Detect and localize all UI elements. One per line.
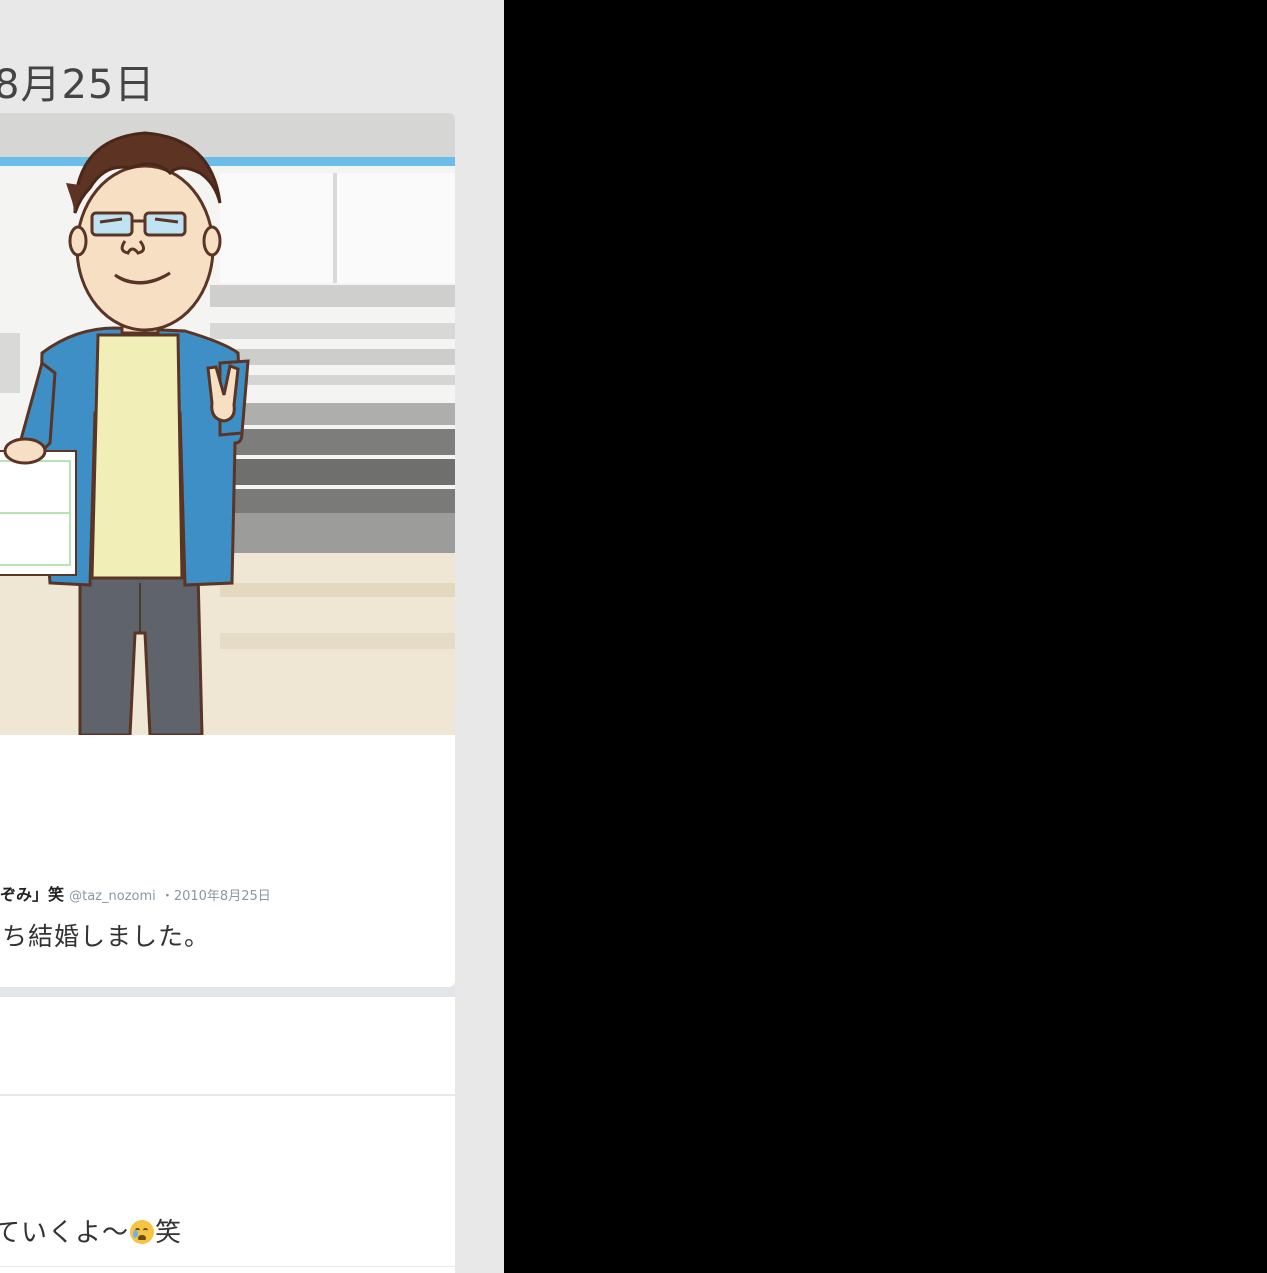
post-meta: ぞみ」笑 @taz_nozomi ・2010年8月25日	[0, 881, 271, 905]
post-card[interactable]: ぞみ」笑 @taz_nozomi ・2010年8月25日 たち結婚しました。 3…	[0, 113, 455, 987]
post-illustration[interactable]	[0, 113, 455, 735]
date-heading: 8月25日	[0, 62, 156, 108]
empty-black-area	[504, 0, 1267, 1273]
reply-post-card[interactable]: ていくよ〜笑	[0, 1095, 455, 1273]
timeline-panel: 8月25日 ぞみ」笑 @taz_nozomi ・2010年8月25日 ち結婚しま…	[0, 0, 504, 1273]
crying-face-emoji	[130, 1220, 155, 1244]
reply-text-before: ていくよ〜	[0, 1218, 130, 1248]
author-handle[interactable]: @taz_nozomi	[69, 889, 156, 904]
next-post-card[interactable]	[0, 997, 455, 1094]
author-name[interactable]: ぞみ」笑	[0, 885, 64, 904]
divider	[0, 1266, 455, 1267]
post-timestamp[interactable]: ・2010年8月25日	[161, 889, 271, 904]
post-separator	[0, 987, 455, 997]
post-text: たち結婚しました。	[0, 922, 211, 951]
reply-text-after: 笑	[155, 1218, 183, 1248]
reply-post-text: ていくよ〜笑	[0, 1212, 182, 1249]
